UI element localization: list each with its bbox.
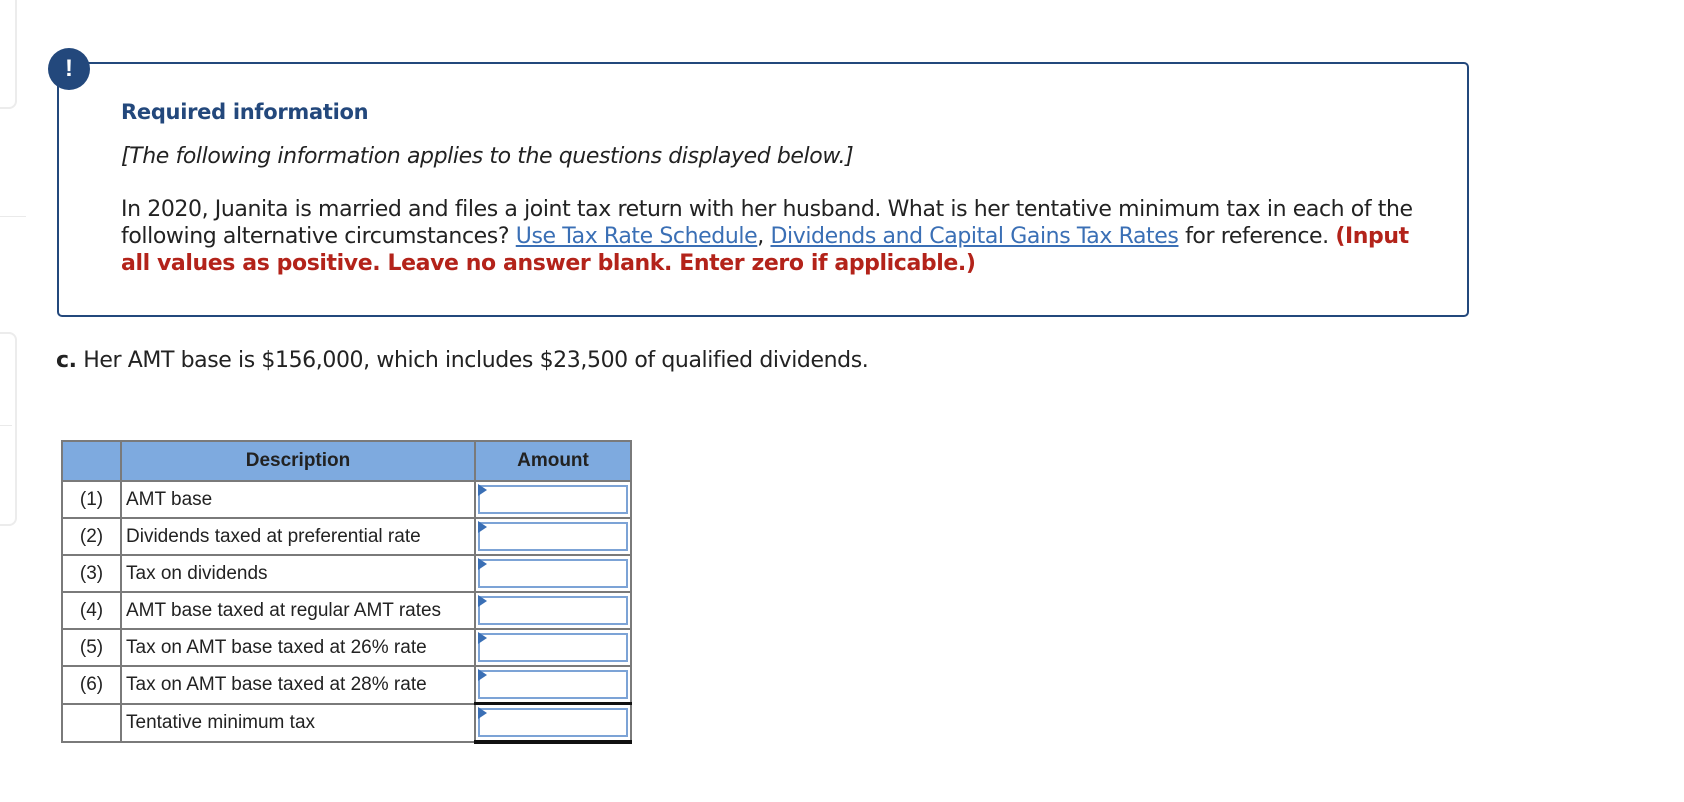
row-description: Dividends taxed at preferential rate — [120, 517, 476, 556]
row-description: Tax on AMT base taxed at 28% rate — [120, 665, 476, 705]
question-text: Her AMT base is $156,000, which includes… — [83, 348, 869, 373]
required-information-body: In 2020, Juanita is married and files a … — [121, 196, 1421, 277]
row-description: AMT base — [120, 480, 476, 519]
amt-base-regular-rates-input[interactable] — [478, 596, 628, 625]
row-number — [61, 702, 122, 743]
amt-base-input[interactable] — [478, 485, 628, 514]
table-row: (5) Tax on AMT base taxed at 26% rate — [61, 628, 632, 667]
link-separator: , — [757, 224, 764, 249]
dividends-preferential-input[interactable] — [478, 522, 628, 551]
tax-26-percent-input[interactable] — [478, 633, 628, 662]
sidebar-divider — [0, 425, 12, 426]
row-description: Tax on dividends — [120, 554, 476, 593]
required-information-title: Required information — [121, 100, 369, 124]
tax-28-percent-input[interactable] — [478, 670, 628, 699]
row-description: Tax on AMT base taxed at 26% rate — [120, 628, 476, 667]
amt-worksheet-table: Description Amount (1) AMT base (2) Divi… — [61, 440, 632, 744]
table-row: (1) AMT base — [61, 480, 632, 519]
row-number: (1) — [61, 480, 122, 519]
question-c: c. Her AMT base is $156,000, which inclu… — [56, 348, 869, 373]
row-number: (4) — [61, 591, 122, 630]
row-description: Tentative minimum tax — [120, 702, 476, 743]
input-flag-icon — [478, 558, 487, 570]
amount-cell — [474, 517, 632, 556]
table-row: (6) Tax on AMT base taxed at 28% rate — [61, 665, 632, 705]
table-row: (2) Dividends taxed at preferential rate — [61, 517, 632, 556]
tax-on-dividends-input[interactable] — [478, 559, 628, 588]
sidebar-divider — [0, 216, 26, 217]
amount-cell — [474, 554, 632, 593]
header-amount: Amount — [474, 440, 632, 482]
amount-cell — [474, 702, 632, 744]
row-number: (2) — [61, 517, 122, 556]
row-number: (6) — [61, 665, 122, 705]
table-row: (4) AMT base taxed at regular AMT rates — [61, 591, 632, 630]
header-num — [61, 440, 122, 482]
amount-cell — [474, 665, 632, 705]
table-row-total: Tentative minimum tax — [61, 702, 632, 744]
input-flag-icon — [478, 669, 487, 681]
row-number: (5) — [61, 628, 122, 667]
row-description: AMT base taxed at regular AMT rates — [120, 591, 476, 630]
tax-rate-schedule-link[interactable]: Use Tax Rate Schedule — [516, 224, 758, 249]
table-header-row: Description Amount — [61, 440, 632, 482]
row-number: (3) — [61, 554, 122, 593]
required-information-subtitle: [The following information applies to th… — [121, 144, 854, 169]
sidebar-fragment-bottom — [0, 332, 17, 526]
input-flag-icon — [478, 595, 487, 607]
input-flag-icon — [478, 632, 487, 644]
input-flag-icon — [478, 521, 487, 533]
input-flag-icon — [478, 707, 487, 719]
table-row: (3) Tax on dividends — [61, 554, 632, 593]
after-links-text: for reference. — [1185, 224, 1329, 249]
amount-cell — [474, 480, 632, 519]
question-label: c. — [56, 348, 77, 373]
amount-cell — [474, 591, 632, 630]
input-flag-icon — [478, 484, 487, 496]
tentative-minimum-tax-input[interactable] — [478, 708, 628, 737]
alert-icon: ! — [48, 48, 90, 90]
dividends-capital-gains-rates-link[interactable]: Dividends and Capital Gains Tax Rates — [770, 224, 1178, 249]
sidebar-fragment-top — [0, 0, 17, 109]
amount-cell — [474, 628, 632, 667]
header-description: Description — [120, 440, 476, 482]
